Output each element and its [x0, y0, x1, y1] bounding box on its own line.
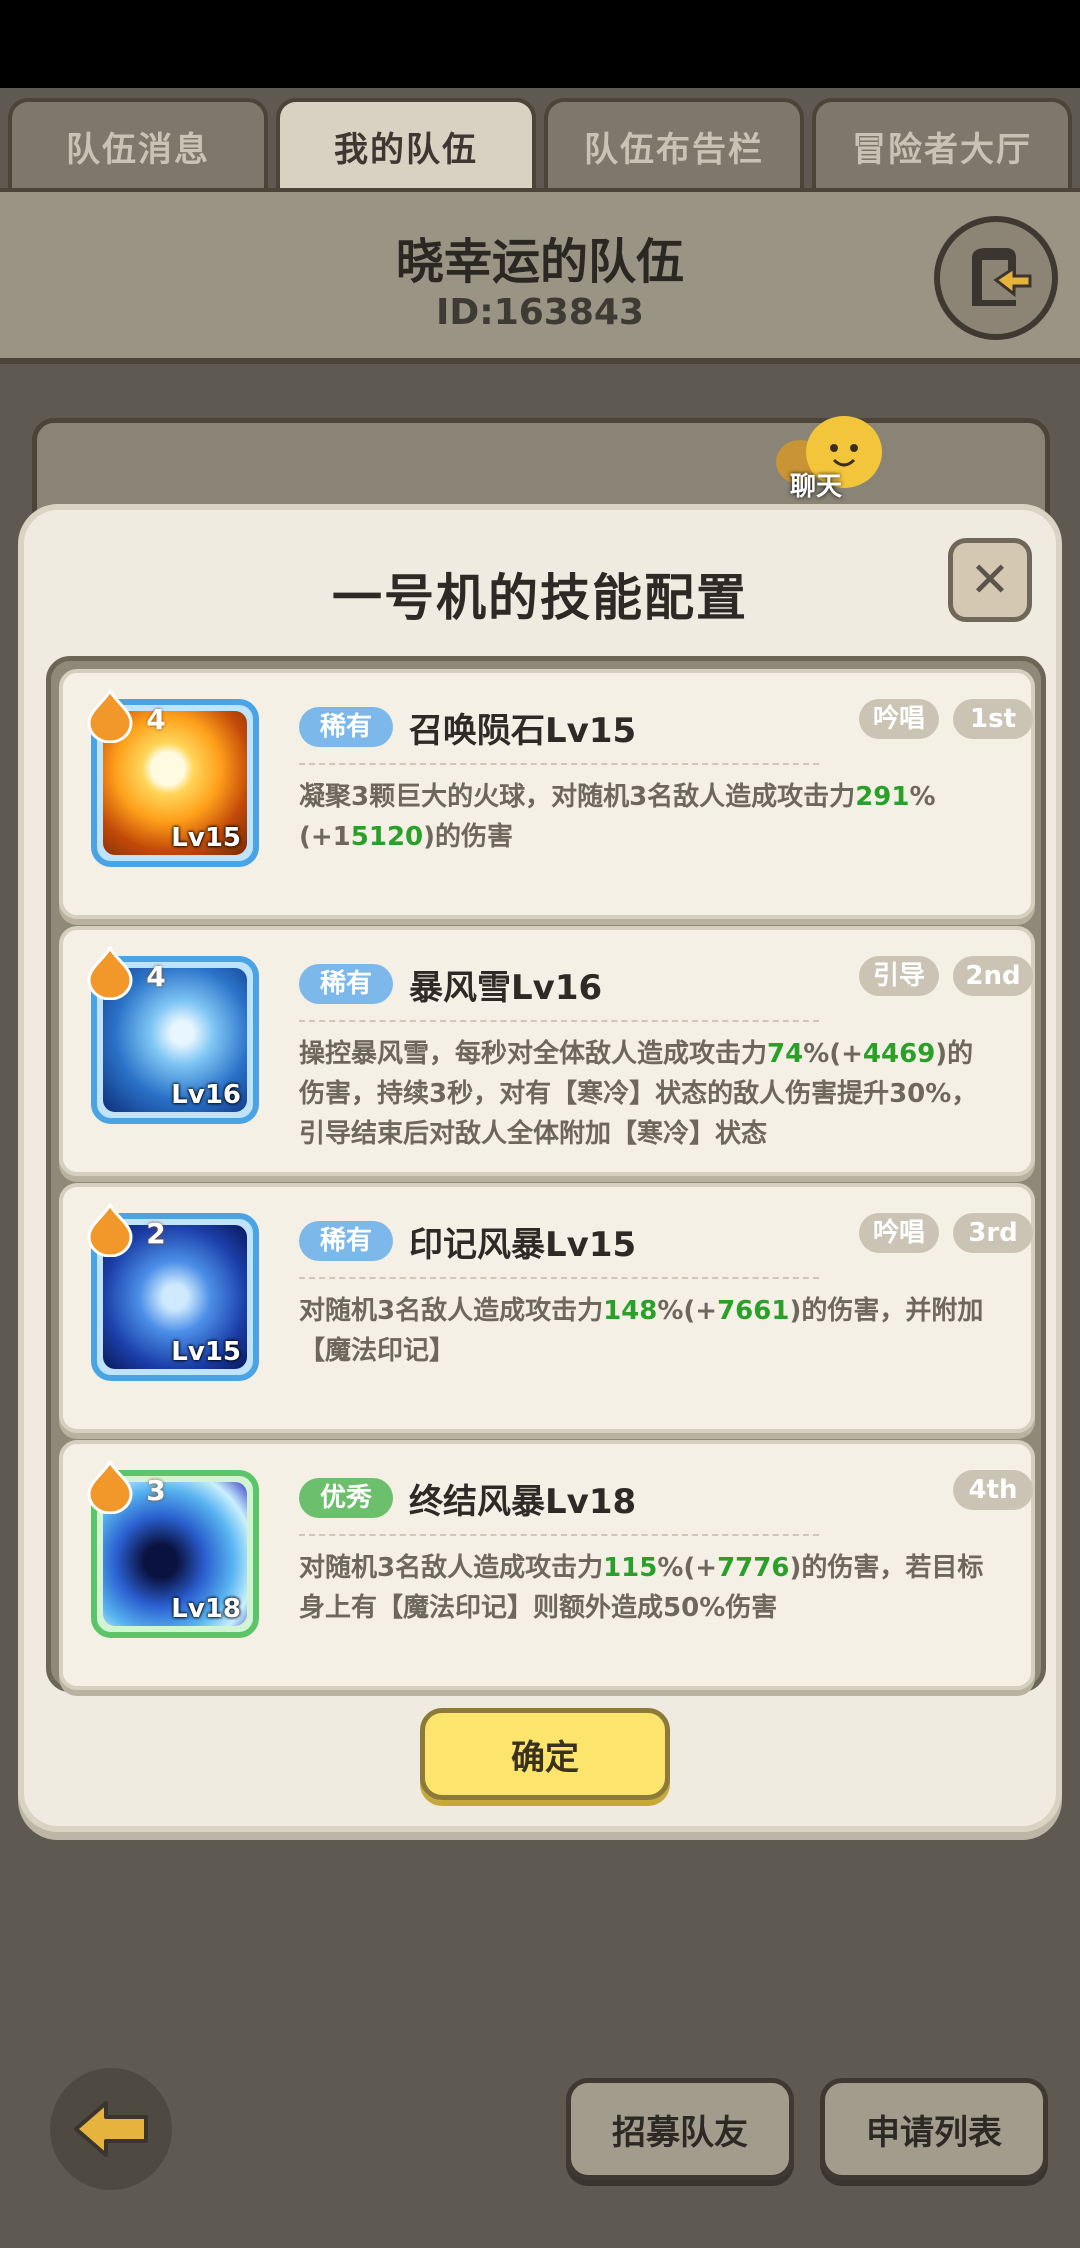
confirm-button[interactable]: 确定 [420, 1708, 670, 1800]
tab-bar: 队伍消息 我的队伍 队伍布告栏 冒险者大厅 [8, 98, 1072, 190]
skill-icon-level: Lv15 [171, 1337, 241, 1367]
chat-label: 聊天 [790, 472, 843, 502]
skill-name: 印记风暴Lv15 [409, 1225, 637, 1265]
skill-icon-level: Lv15 [171, 823, 241, 853]
skill-list: Lv15 4 稀有 召唤陨石Lv15 吟唱 1st 凝聚3颗巨大的火球，对随机3… [46, 656, 1046, 1692]
tab-team-board[interactable]: 队伍布告栏 [544, 98, 804, 190]
order-tag: 3rd [953, 1213, 1033, 1253]
cast-type-tag: 引导 [859, 956, 939, 996]
tab-adventurer-hall[interactable]: 冒险者大厅 [812, 98, 1072, 190]
skill-config-dialog: 一号机的技能配置 ✕ Lv15 4 稀有 召唤陨石Lv15 吟唱 1st 凝聚3… [18, 504, 1062, 1832]
tab-my-team[interactable]: 我的队伍 [276, 98, 536, 190]
skill-description: 操控暴风雪，每秒对全体敌人造成攻击力74%(+4469)的伤害，持续3秒，对有【… [299, 1039, 978, 1149]
star-badge: 3 [87, 1459, 166, 1515]
order-tag: 2nd [953, 956, 1033, 996]
cast-type-tag: 吟唱 [859, 1213, 939, 1253]
star-badge: 4 [87, 688, 166, 744]
team-name: 晓幸运的队伍 [395, 234, 684, 290]
back-arrow-icon [74, 2101, 148, 2157]
skill-name: 暴风雪Lv16 [409, 968, 603, 1008]
team-header: 晓幸运的队伍 ID:163843 [0, 188, 1080, 364]
exit-door-icon [972, 248, 1032, 306]
rarity-badge: 优秀 [299, 1478, 393, 1518]
skill-name: 召唤陨石Lv15 [409, 711, 637, 751]
skill-card-1[interactable]: Lv15 4 稀有 召唤陨石Lv15 吟唱 1st 凝聚3颗巨大的火球，对随机3… [59, 669, 1035, 919]
close-button[interactable]: ✕ [948, 538, 1032, 622]
rarity-badge: 稀有 [299, 964, 393, 1004]
back-button[interactable] [50, 2068, 172, 2190]
order-tag: 1st [953, 699, 1033, 739]
skill-description: 对随机3名敌人造成攻击力115%(+7776)的伤害，若目标身上有【魔法印记】则… [299, 1553, 984, 1623]
skill-icon-level: Lv18 [171, 1594, 241, 1624]
skill-icon-frame: Lv16 4 [87, 945, 259, 1124]
star-badge: 2 [87, 1202, 166, 1258]
divider [299, 763, 819, 765]
dialog-title: 一号机的技能配置 [332, 569, 748, 627]
skill-icon-frame: Lv18 3 [87, 1459, 259, 1638]
order-tag: 4th [953, 1470, 1033, 1510]
apply-list-button[interactable]: 申请列表 [820, 2078, 1048, 2180]
skill-icon-frame: Lv15 2 [87, 1202, 259, 1381]
skill-name: 终结风暴Lv18 [409, 1482, 637, 1522]
recruit-button[interactable]: 招募队友 [566, 2078, 794, 2180]
divider [299, 1277, 819, 1279]
skill-card-2[interactable]: Lv16 4 稀有 暴风雪Lv16 引导 2nd 操控暴风雪，每秒对全体敌人造成… [59, 926, 1035, 1176]
rarity-badge: 稀有 [299, 1221, 393, 1261]
team-id: ID:163843 [436, 292, 644, 333]
star-badge: 4 [87, 945, 166, 1001]
skill-description: 对随机3名敌人造成攻击力148%(+7661)的伤害，并附加【魔法印记】 [299, 1296, 984, 1366]
close-icon: ✕ [969, 552, 1011, 608]
skill-icon-frame: Lv15 4 [87, 688, 259, 867]
divider [299, 1020, 819, 1022]
rarity-badge: 稀有 [299, 707, 393, 747]
tab-team-messages[interactable]: 队伍消息 [8, 98, 268, 190]
skill-description: 凝聚3颗巨大的火球，对随机3名敌人造成攻击力291%(+15120)的伤害 [299, 782, 936, 852]
skill-card-3[interactable]: Lv15 2 稀有 印记风暴Lv15 吟唱 3rd 对随机3名敌人造成攻击力14… [59, 1183, 1035, 1433]
divider [299, 1534, 819, 1536]
skill-card-4[interactable]: Lv18 3 优秀 终结风暴Lv18 4th 对随机3名敌人造成攻击力115%(… [59, 1440, 1035, 1690]
leave-team-button[interactable] [934, 216, 1058, 340]
cast-type-tag: 吟唱 [859, 699, 939, 739]
status-bar [0, 0, 1080, 88]
skill-icon-level: Lv16 [171, 1080, 241, 1110]
